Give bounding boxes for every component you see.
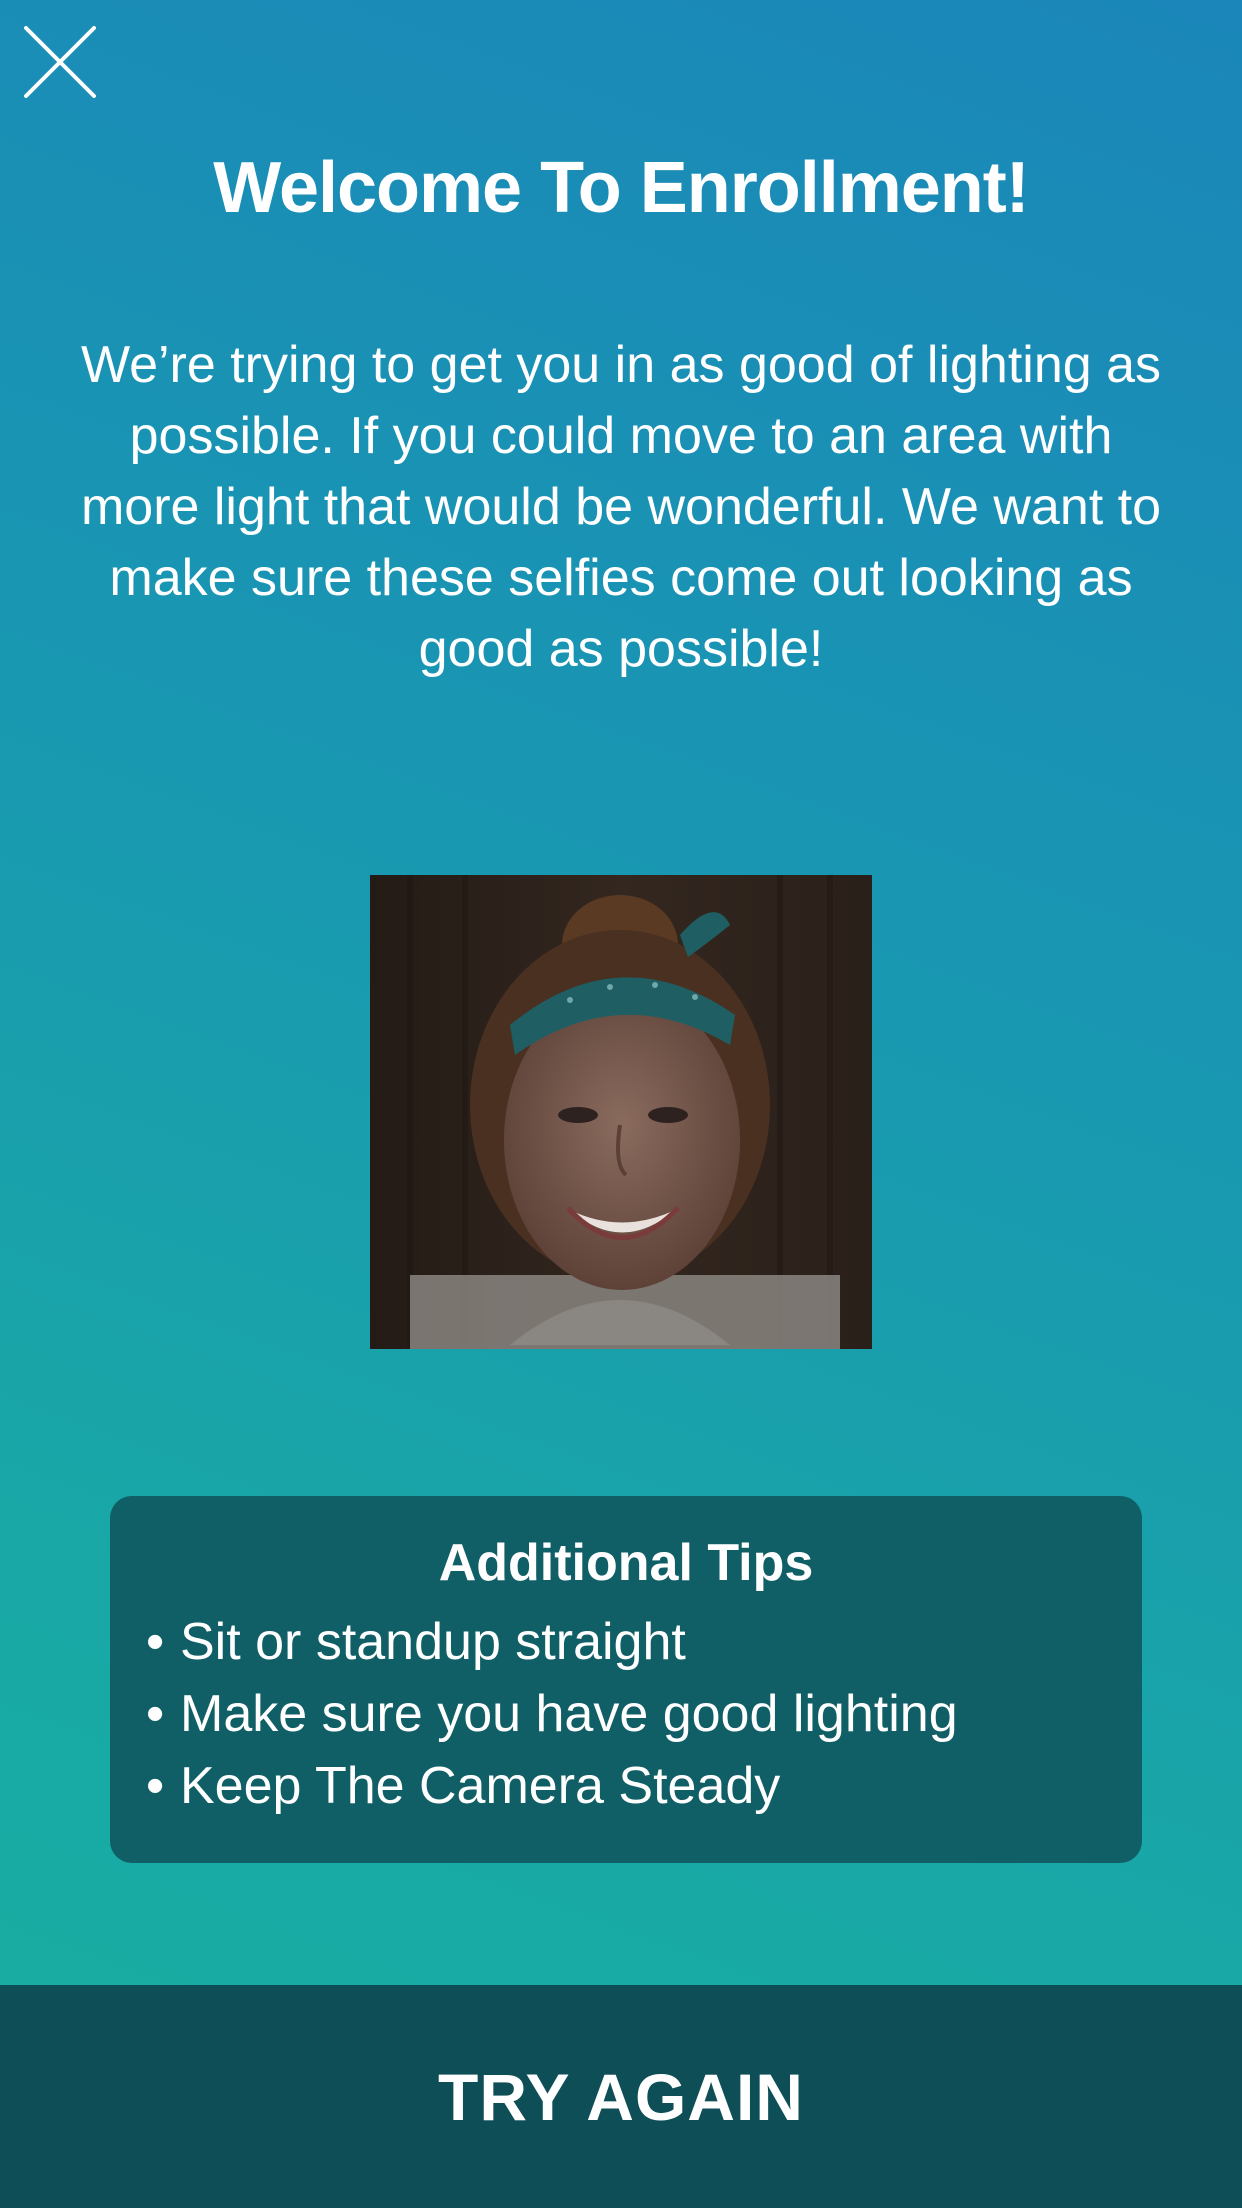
bullet: • xyxy=(146,1613,165,1671)
try-again-label: TRY AGAIN xyxy=(438,2059,804,2134)
close-button[interactable] xyxy=(20,22,100,102)
close-icon xyxy=(24,26,96,98)
tip-item: • Sit or standup straight xyxy=(146,1606,1106,1678)
try-again-button[interactable]: TRY AGAIN xyxy=(0,1985,1242,2208)
additional-tips-card: Additional Tips • Sit or standup straight… xyxy=(110,1496,1142,1863)
tips-title: Additional Tips xyxy=(438,1534,814,1592)
tip-item: • Make sure you have good lighting xyxy=(146,1678,1106,1750)
tip-text: Make sure you have good lighting xyxy=(180,1685,958,1743)
tip-text: Keep The Camera Steady xyxy=(180,1757,781,1815)
selfie-preview-image xyxy=(370,875,872,1349)
tip-item: • Keep The Camera Steady xyxy=(146,1750,1106,1822)
bullet: • xyxy=(146,1757,165,1815)
tips-list: • Sit or standup straight • Make sure you … xyxy=(146,1606,1106,1822)
tip-text: Sit or standup straight xyxy=(180,1613,686,1671)
lighting-message: We’re trying to get you in as good of li… xyxy=(80,336,1162,678)
bullet: • xyxy=(146,1685,165,1743)
page-title: Welcome To Enrollment! xyxy=(213,148,1029,228)
